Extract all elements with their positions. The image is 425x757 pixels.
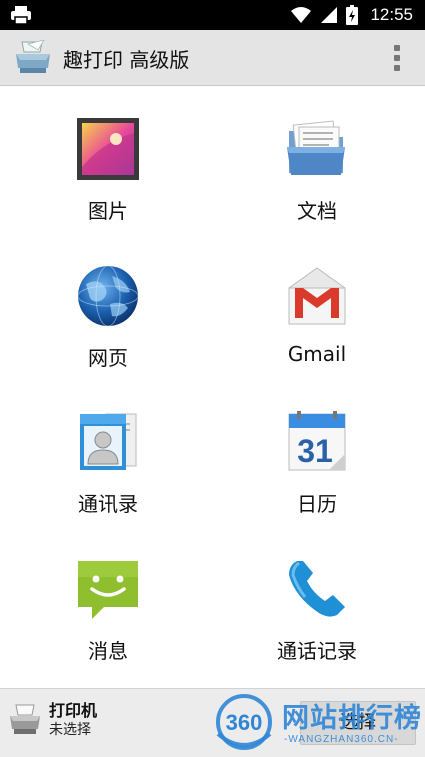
tile-calendar[interactable]: 31 日历: [211, 380, 423, 526]
pictures-icon: [77, 118, 139, 180]
tile-label: 图片: [88, 199, 128, 223]
signal-icon: [321, 7, 338, 23]
tile-web[interactable]: 网页: [2, 234, 214, 380]
web-globe-icon: [77, 265, 139, 327]
tile-label: 日历: [297, 492, 337, 516]
tile-label: 通话记录: [277, 639, 357, 663]
app-title: 趣打印 高级版: [63, 48, 190, 72]
call-log-icon: [289, 561, 345, 617]
printer-icon: [10, 704, 40, 734]
wifi-icon: [291, 7, 312, 23]
gmail-icon: [288, 267, 346, 325]
calendar-icon: 31: [288, 411, 346, 471]
calendar-day-number: 31: [297, 433, 333, 469]
status-time: 12:55: [370, 5, 413, 24]
app-printer-logo-icon: [16, 40, 50, 73]
tile-label: 消息: [88, 639, 128, 663]
tile-contacts[interactable]: 通讯录: [2, 380, 214, 526]
tile-call-log[interactable]: 通话记录: [211, 527, 423, 673]
tile-pictures[interactable]: 图片: [2, 87, 214, 233]
select-printer-button[interactable]: 选择: [300, 701, 416, 745]
battery-charging-icon: [346, 5, 359, 25]
tile-gmail[interactable]: Gmail: [211, 234, 423, 380]
messages-icon: [78, 561, 138, 619]
tile-messages[interactable]: 消息: [2, 527, 214, 673]
app-bar: 趣打印 高级版: [0, 30, 425, 86]
contacts-icon: [80, 413, 137, 470]
documents-folder-icon: [287, 120, 345, 175]
printer-bar: 打印机 未选择 选择: [0, 688, 425, 757]
source-grid: 图片 文档 网页 Gmail 通讯录 31 日历 消息 通话记录: [0, 87, 425, 687]
overflow-menu-icon[interactable]: [389, 42, 405, 74]
status-bar: 12:55: [0, 0, 425, 30]
print-icon: [11, 6, 31, 25]
tile-label: Gmail: [287, 342, 347, 366]
tile-label: 文档: [297, 199, 337, 223]
printer-label: 打印机: [49, 701, 98, 720]
tile-label: 网页: [88, 346, 128, 370]
tile-documents[interactable]: 文档: [211, 87, 423, 233]
tile-label: 通讯录: [78, 492, 138, 516]
printer-status: 未选择: [49, 722, 91, 738]
